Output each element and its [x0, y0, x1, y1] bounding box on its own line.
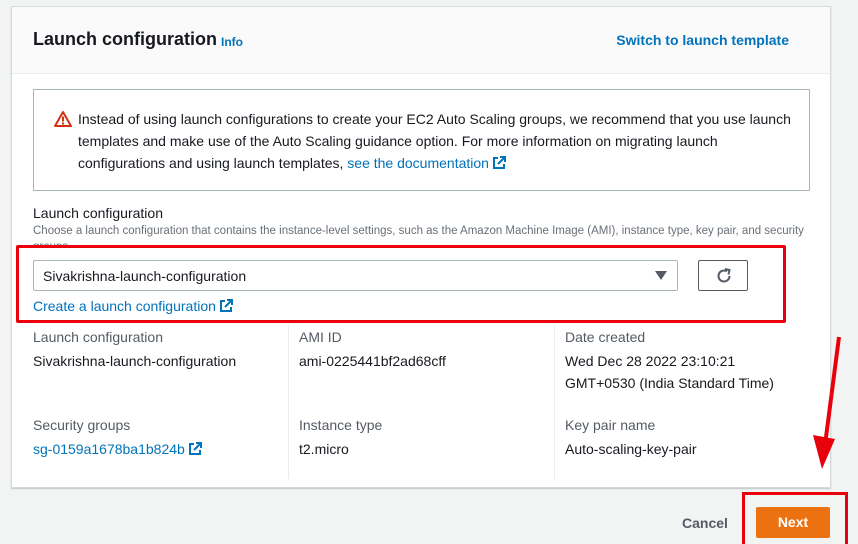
- detail-date-created: Date created Wed Dec 28 2022 23:10:21 GM…: [565, 326, 774, 394]
- detail-security-groups: Security groups sg-0159a1678ba1b824b: [33, 414, 202, 460]
- column-divider: [554, 325, 555, 479]
- detail-value: ami-0225441bf2ad68cff: [299, 353, 446, 369]
- security-group-id: sg-0159a1678ba1b824b: [33, 441, 185, 457]
- launch-configuration-field-label: Launch configuration: [33, 205, 163, 221]
- detail-instance-type: Instance type t2.micro: [299, 414, 382, 460]
- documentation-link[interactable]: see the documentation: [347, 155, 489, 171]
- detail-value: Sivakrishna-launch-configuration: [33, 353, 237, 369]
- cancel-button[interactable]: Cancel: [682, 515, 728, 531]
- detail-value-line2: GMT+0530 (India Standard Time): [565, 375, 774, 391]
- switch-to-launch-template-link[interactable]: Switch to launch template: [616, 32, 789, 48]
- detail-value: t2.micro: [299, 441, 349, 457]
- security-group-link[interactable]: sg-0159a1678ba1b824b: [33, 438, 202, 460]
- detail-value: Auto-scaling-key-pair: [565, 441, 697, 457]
- panel-title: Launch configuration: [33, 29, 217, 49]
- detail-ami-id: AMI ID ami-0225441bf2ad68cff: [299, 326, 446, 372]
- launch-configuration-field-description: Choose a launch configuration that conta…: [33, 225, 804, 245]
- next-button[interactable]: Next: [756, 507, 830, 538]
- detail-key-pair: Key pair name Auto-scaling-key-pair: [565, 414, 697, 460]
- info-link[interactable]: Info: [221, 35, 243, 49]
- detail-label: Instance type: [299, 417, 383, 433]
- detail-label: Security groups: [33, 417, 131, 433]
- panel-header: Launch configuration Info Switch to laun…: [12, 7, 830, 74]
- annotation-arrow-icon: [813, 336, 841, 469]
- detail-label: Date created: [565, 329, 646, 345]
- column-divider: [288, 325, 289, 479]
- detail-label: Launch configuration: [33, 329, 163, 345]
- external-link-icon: [188, 442, 202, 455]
- warning-alert: Instead of using launch configurations t…: [33, 89, 810, 191]
- warning-icon: [54, 111, 72, 127]
- alert-text: Instead of using launch configurations t…: [78, 108, 798, 174]
- detail-launch-configuration: Launch configuration Sivakrishna-launch-…: [33, 326, 236, 372]
- external-link-icon[interactable]: [492, 156, 506, 170]
- annotation-highlight-select: [16, 245, 786, 323]
- detail-label: Key pair name: [565, 417, 656, 433]
- detail-value: Wed Dec 28 2022 23:10:21: [565, 353, 736, 369]
- detail-label: AMI ID: [299, 329, 342, 345]
